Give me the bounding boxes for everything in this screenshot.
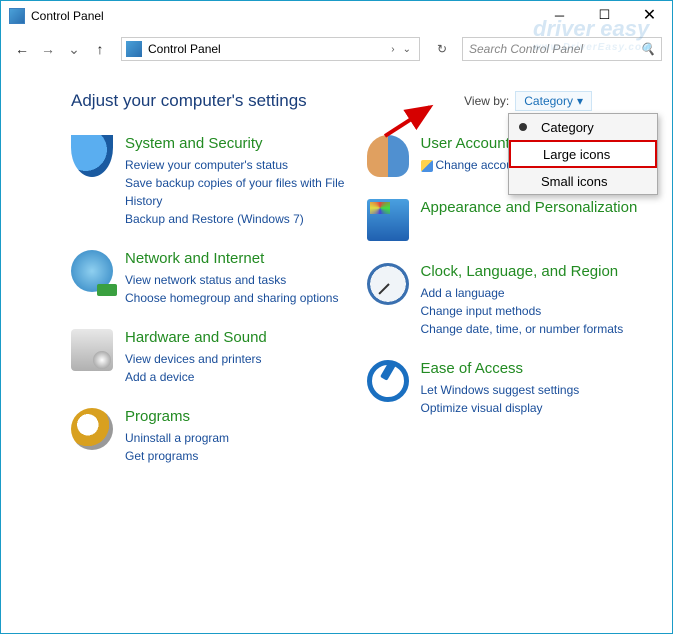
titlebar: Control Panel ─ ☐ ✕	[1, 1, 672, 31]
shield-icon	[71, 135, 113, 177]
users-icon	[367, 135, 409, 177]
up-button[interactable]: ↑	[89, 38, 111, 60]
search-icon: 🔍	[640, 42, 655, 56]
category-link[interactable]: Get programs	[125, 447, 229, 465]
search-input[interactable]: Search Control Panel 🔍	[462, 37, 662, 61]
shield-icon	[421, 160, 433, 172]
category-link[interactable]: Change date, time, or number formats	[421, 320, 624, 338]
search-placeholder: Search Control Panel	[469, 42, 583, 56]
clock-icon	[367, 263, 409, 305]
category-block: Hardware and Sound View devices and print…	[71, 329, 347, 386]
prog-icon	[71, 408, 113, 450]
refresh-button[interactable]: ↻	[430, 37, 454, 61]
category-link[interactable]: Uninstall a program	[125, 429, 229, 447]
menu-item-large-icons[interactable]: Large icons	[509, 140, 657, 168]
category-title[interactable]: Appearance and Personalization	[421, 199, 638, 217]
category-block: Clock, Language, and Region Add a languag…	[367, 263, 643, 338]
category-title[interactable]: System and Security	[125, 135, 347, 153]
window-title: Control Panel	[31, 9, 104, 23]
category-link[interactable]: View devices and printers	[125, 350, 267, 368]
address-icon	[126, 41, 142, 57]
chevron-down-icon: ▾	[577, 94, 583, 108]
window-controls: ─ ☐ ✕	[537, 1, 672, 29]
category-link[interactable]: Save backup copies of your files with Fi…	[125, 174, 347, 210]
breadcrumb-chevron-icon[interactable]: ›	[387, 44, 398, 55]
category-link[interactable]: Add a language	[421, 284, 624, 302]
category-block: Programs Uninstall a programGet programs	[71, 408, 347, 465]
category-link[interactable]: Choose homegroup and sharing options	[125, 289, 338, 307]
category-link[interactable]: Optimize visual display	[421, 399, 580, 417]
address-dropdown-icon[interactable]: ⌄	[399, 44, 415, 55]
category-title[interactable]: Clock, Language, and Region	[421, 263, 624, 281]
ease-icon	[367, 360, 409, 402]
category-block: Ease of Access Let Windows suggest settin…	[367, 360, 643, 417]
nav-toolbar: ← → ⌄ ↑ Control Panel › ⌄ ↻ Search Contr…	[1, 31, 672, 67]
view-by-current: Category	[524, 94, 573, 108]
view-by-label: View by:	[464, 94, 509, 108]
content-area: Adjust your computer's settings View by:…	[1, 67, 672, 497]
maximize-button[interactable]: ☐	[582, 1, 627, 29]
category-title[interactable]: Programs	[125, 408, 229, 426]
category-link[interactable]: View network status and tasks	[125, 271, 338, 289]
minimize-button[interactable]: ─	[537, 1, 582, 29]
view-by-row: View by: Category ▾	[464, 91, 592, 111]
category-link[interactable]: Change input methods	[421, 302, 624, 320]
category-block: Network and Internet View network status …	[71, 250, 347, 307]
breadcrumb[interactable]: Control Panel	[148, 42, 387, 56]
recent-dropdown-icon[interactable]: ⌄	[63, 38, 85, 60]
category-link[interactable]: Review your computer's status	[125, 156, 347, 174]
hw-icon	[71, 329, 113, 371]
close-button[interactable]: ✕	[627, 1, 672, 29]
category-title[interactable]: Ease of Access	[421, 360, 580, 378]
app-icon	[367, 199, 409, 241]
view-by-dropdown[interactable]: Category ▾	[515, 91, 592, 111]
annotation-arrow	[380, 101, 440, 141]
back-button[interactable]: ←	[11, 38, 33, 60]
category-title[interactable]: Hardware and Sound	[125, 329, 267, 347]
category-link[interactable]: Backup and Restore (Windows 7)	[125, 210, 347, 228]
forward-button[interactable]: →	[37, 38, 59, 60]
category-link[interactable]: Let Windows suggest settings	[421, 381, 580, 399]
category-title[interactable]: Network and Internet	[125, 250, 338, 268]
left-column: System and Security Review your computer'…	[71, 135, 347, 487]
view-by-menu: Category Large icons Small icons	[508, 113, 658, 195]
menu-item-small-icons[interactable]: Small icons	[509, 168, 657, 194]
category-block: Appearance and Personalization	[367, 199, 643, 241]
address-bar[interactable]: Control Panel › ⌄	[121, 37, 420, 61]
category-link[interactable]: Add a device	[125, 368, 267, 386]
net-icon	[71, 250, 113, 292]
menu-item-category[interactable]: Category	[509, 114, 657, 140]
control-panel-icon	[9, 8, 25, 24]
category-block: System and Security Review your computer'…	[71, 135, 347, 228]
